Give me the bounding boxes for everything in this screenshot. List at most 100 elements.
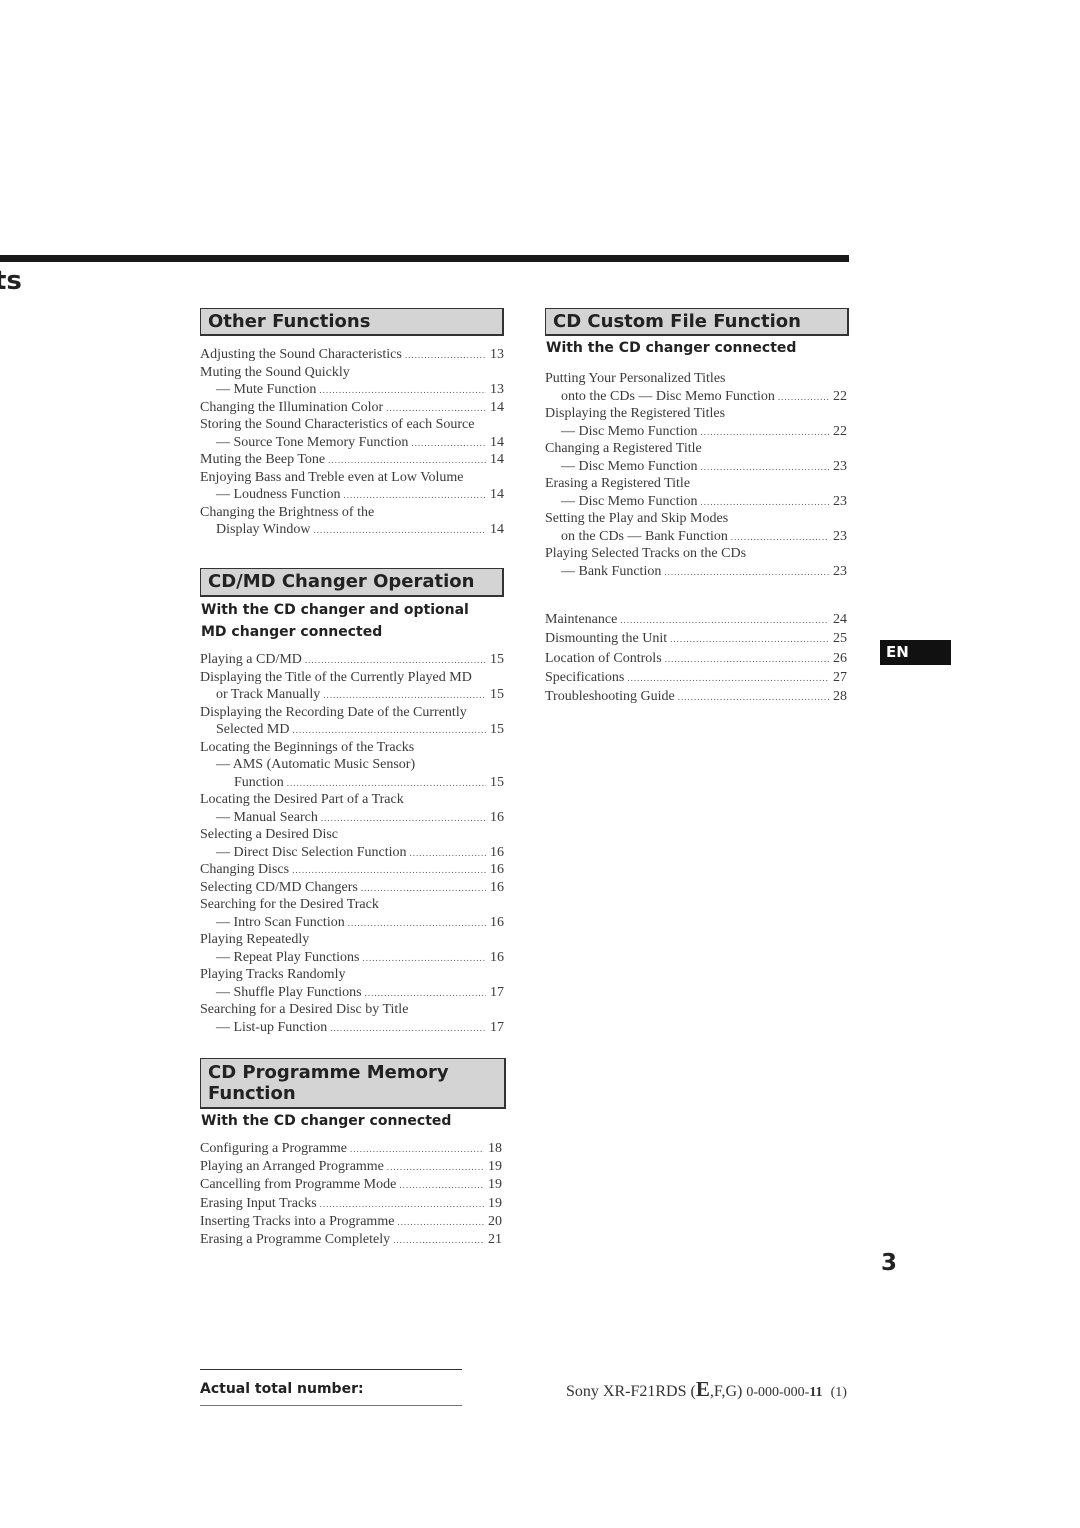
toc-line: Cancelling from Programme Mode 19 <box>200 1176 502 1194</box>
toc-line: Display Window 14 <box>200 521 504 539</box>
dot-leader <box>361 880 486 898</box>
toc-entry: Displaying the Recording Date of the Cur… <box>200 704 504 739</box>
toc-entry-title: — List-up Function <box>216 1019 328 1035</box>
toc-line: Displaying the Recording Date of the Cur… <box>200 704 504 722</box>
toc-entry-title: Playing Repeatedly <box>200 932 310 947</box>
toc-page-number: 28 <box>833 689 847 704</box>
toc-line: — Direct Disc Selection Function 16 <box>200 844 504 862</box>
toc-entry-title: Location of Controls <box>545 650 662 666</box>
dot-leader <box>348 915 486 933</box>
toc-page-number: 15 <box>490 722 504 737</box>
toc-entry-title: Cancelling from Programme Mode <box>200 1177 397 1193</box>
toc-page-number: 18 <box>488 1141 502 1156</box>
toc-entry-title: Playing a CD/MD <box>200 652 302 667</box>
toc-line: Displaying the Registered Titles <box>545 405 847 423</box>
toc-entry-title: — Disc Memo Function <box>561 458 698 474</box>
toc-entry-title: Searching for the Desired Track <box>200 897 379 912</box>
code-prefix: 0-000-000- <box>746 1385 810 1400</box>
toc-line: Changing a Registered Title <box>545 440 847 458</box>
toc-line: Playing Repeatedly <box>200 931 504 949</box>
toc-page-number: 27 <box>833 669 847 685</box>
dot-leader <box>323 687 486 705</box>
dot-leader <box>665 650 829 669</box>
toc-line: Selected MD 15 <box>200 721 504 739</box>
dot-leader <box>319 382 486 400</box>
toc-entry: Troubleshooting Guide 28 <box>545 687 847 706</box>
section-subtitle: MD changer connected <box>201 624 383 640</box>
toc-entry: Searching for the Desired Track — Intro S… <box>200 896 504 931</box>
dot-leader <box>678 688 829 707</box>
toc-entry-title: or Track Manually <box>216 687 321 702</box>
toc-line: Inserting Tracks into a Programme 20 <box>200 1213 502 1231</box>
toc-page-number: 14 <box>490 487 504 502</box>
dot-leader <box>731 529 829 547</box>
section-title-line: CD Programme Memory <box>208 1062 449 1083</box>
toc-page-number: 16 <box>490 914 504 930</box>
footer-model: Sony XR-F21RDS (E,F,G) 0-000-000-11 (1) <box>566 1377 847 1402</box>
toc-line: or Track Manually 15 <box>200 686 504 704</box>
dot-leader <box>292 722 486 740</box>
toc-entry: Dismounting the Unit 25 <box>545 629 847 648</box>
toc-entry: Changing a Registered Title — Disc Memo F… <box>545 440 847 475</box>
toc-page-number: 23 <box>833 458 847 474</box>
toc-entry-title: Muting the Beep Tone <box>200 452 326 467</box>
toc-line: Playing an Arranged Programme 19 <box>200 1158 502 1176</box>
toc-entry-title: Erasing Input Tracks <box>200 1195 317 1211</box>
toc-line: onto the CDs — Disc Memo Function 22 <box>545 388 847 406</box>
toc-entry: Configuring a Programme 18 <box>200 1140 502 1158</box>
toc-page-number: 16 <box>490 879 504 895</box>
toc-page-number: 21 <box>488 1231 502 1247</box>
toc-entry: Adjusting the Sound Characteristics 13 <box>200 346 504 364</box>
toc-entry: Cancelling from Programme Mode 19 <box>200 1176 502 1194</box>
toc-entry-title: Storing the Sound Characteristics of eac… <box>200 417 475 432</box>
toc-entry: Enjoying Bass and Treble even at Low Vol… <box>200 469 504 504</box>
dot-leader <box>701 459 830 477</box>
toc-entry: Displaying the Registered Titles — Disc M… <box>545 405 847 440</box>
toc-entry-title: — Shuffle Play Functions <box>216 984 362 1000</box>
toc-line: Muting the Sound Quickly <box>200 364 504 382</box>
toc-entry: Playing Tracks Randomly — Shuffle Play Fu… <box>200 966 504 1001</box>
toc-entry-title: Display Window <box>216 522 311 537</box>
dot-leader <box>410 845 486 863</box>
dot-leader <box>778 389 829 407</box>
toc-entry: Locating the Desired Part of a Track — Ma… <box>200 791 504 826</box>
toc-page-number: 25 <box>833 631 847 647</box>
toc-page-number: 23 <box>833 493 847 509</box>
dot-leader <box>399 1176 484 1194</box>
footer-rule <box>200 1369 462 1370</box>
toc-line: — Repeat Play Functions 16 <box>200 949 504 967</box>
toc-page-number: 20 <box>488 1213 502 1229</box>
toc-entry-title: Maintenance <box>545 612 618 627</box>
toc-line: Changing Discs 16 <box>200 861 504 879</box>
toc-entry: Erasing Input Tracks 19 <box>200 1195 502 1213</box>
toc-entry-title: Changing the Brightness of the <box>200 504 375 520</box>
toc-line: — Shuffle Play Functions 17 <box>200 984 504 1002</box>
dot-leader <box>313 522 486 540</box>
toc-entry: Setting the Play and Skip Modes on the CD… <box>545 510 847 545</box>
toc-page-number: 17 <box>490 1019 504 1035</box>
toc-entry-title: Troubleshooting Guide <box>545 689 675 704</box>
toc-page-number: 22 <box>833 388 847 404</box>
toc-page-number: 16 <box>490 844 504 860</box>
toc-line: Putting Your Personalized Titles <box>545 370 847 388</box>
toc-line: Changing the Illumination Color 14 <box>200 399 504 417</box>
dot-leader <box>350 1140 484 1158</box>
dot-leader <box>320 1195 484 1213</box>
toc-page-number: 16 <box>490 949 504 965</box>
dot-leader <box>287 775 486 793</box>
toc-entry-title: Specifications <box>545 669 625 685</box>
section-title-line: Function <box>208 1083 296 1104</box>
code-bold: 11 <box>809 1385 823 1400</box>
dot-leader <box>365 985 486 1003</box>
toc-line: Selecting a Desired Disc <box>200 826 504 844</box>
toc-entry-title: Playing an Arranged Programme <box>200 1159 384 1175</box>
toc-line: Muting the Beep Tone 14 <box>200 451 504 469</box>
toc-entry-title: — Bank Function <box>561 563 662 579</box>
toc-entry-title: Selecting a Desired Disc <box>200 827 339 842</box>
toc-line: — Disc Memo Function 23 <box>545 493 847 511</box>
toc-line: Enjoying Bass and Treble even at Low Vol… <box>200 469 504 487</box>
toc-line: Location of Controls 26 <box>545 649 847 668</box>
toc-list: Playing a CD/MD 15 Displaying the Title of… <box>200 651 504 1036</box>
toc-line: Erasing a Programme Completely 21 <box>200 1231 502 1249</box>
toc-entry-title: Erasing a Programme Completely <box>200 1231 391 1247</box>
